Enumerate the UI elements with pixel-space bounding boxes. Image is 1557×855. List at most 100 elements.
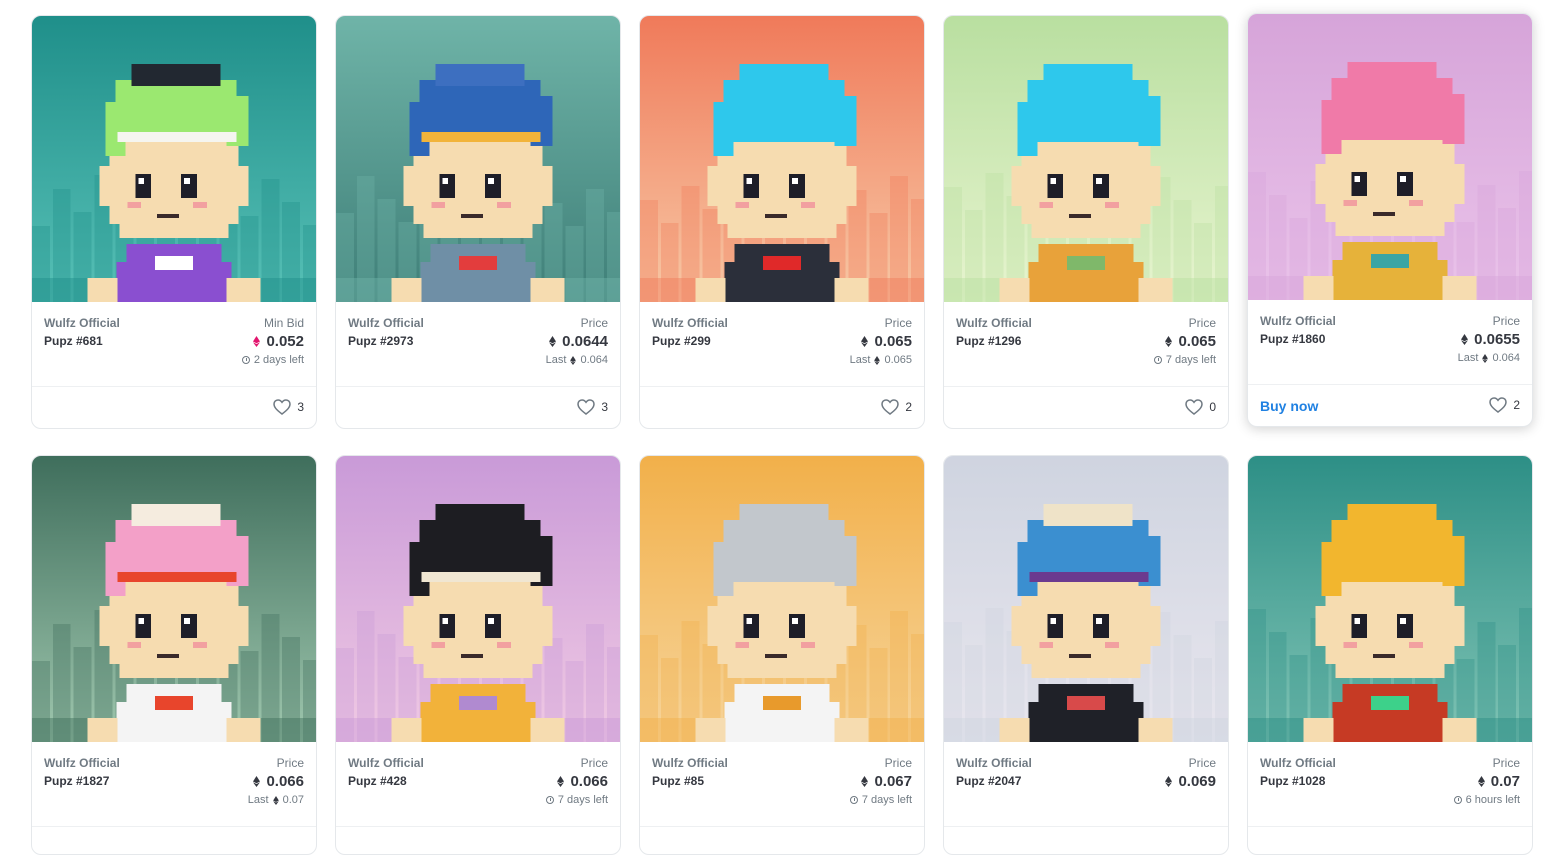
- price-value: 0.066: [557, 773, 608, 790]
- token-name[interactable]: Pupz #2973: [348, 334, 413, 348]
- price-label: Price: [580, 316, 608, 330]
- last-sale-amount: 0.064: [580, 354, 608, 366]
- nft-artwork-image[interactable]: [944, 456, 1228, 742]
- nft-artwork-image[interactable]: [336, 456, 620, 742]
- nft-info: Wulfz Official Pupz #681 Min Bid 0.052 2 day…: [32, 302, 316, 387]
- collection-name[interactable]: Wulfz Official: [956, 756, 1032, 770]
- heart-icon: [577, 399, 596, 415]
- collection-name[interactable]: Wulfz Official: [1260, 756, 1336, 770]
- eth-icon: [1165, 776, 1173, 787]
- buy-now-button[interactable]: Buy now: [1260, 398, 1318, 414]
- last-sale-label: Last: [545, 354, 567, 366]
- nft-info: Wulfz Official Pupz #2047 Price 0.069: [944, 742, 1228, 827]
- favorite-button[interactable]: 3: [577, 399, 608, 415]
- token-name[interactable]: Pupz #1860: [1260, 332, 1325, 346]
- nft-card[interactable]: Wulfz Official Pupz #299 Price 0.065 Last 0.0…: [639, 15, 925, 429]
- token-name[interactable]: Pupz #299: [652, 334, 711, 348]
- nft-info: Wulfz Official Pupz #1028 Price 0.07 6 hours…: [1248, 742, 1532, 827]
- collection-name[interactable]: Wulfz Official: [652, 316, 728, 330]
- collection-name[interactable]: Wulfz Official: [1260, 314, 1336, 328]
- favorite-button[interactable]: 0: [1185, 399, 1216, 415]
- nft-card[interactable]: Wulfz Official Pupz #1827 Price 0.066 Last 0.…: [31, 455, 317, 855]
- nft-info: Wulfz Official Pupz #428 Price 0.066 7 days …: [336, 742, 620, 827]
- nft-artwork-image[interactable]: [640, 16, 924, 302]
- nft-card[interactable]: Wulfz Official Pupz #1860 Price 0.0655 Last 0…: [1247, 13, 1533, 427]
- nft-card[interactable]: Wulfz Official Pupz #428 Price 0.066 7 days …: [335, 455, 621, 855]
- clock-icon: [545, 796, 554, 804]
- token-name[interactable]: Pupz #428: [348, 774, 407, 788]
- clock-icon: [241, 356, 250, 364]
- collection-name[interactable]: Wulfz Official: [44, 756, 120, 770]
- heart-icon: [881, 399, 900, 415]
- price-label: Price: [1188, 316, 1216, 330]
- nft-card[interactable]: Wulfz Official Pupz #681 Min Bid 0.052 2 day…: [31, 15, 317, 429]
- eth-icon: [1165, 336, 1173, 347]
- card-footer: Buy now 2: [1248, 385, 1532, 426]
- price-amount: 0.065: [874, 333, 912, 350]
- nft-artwork-image[interactable]: [1248, 456, 1532, 742]
- last-sale: Last 0.065: [850, 354, 912, 366]
- nft-card[interactable]: Wulfz Official Pupz #2047 Price 0.069: [943, 455, 1229, 855]
- nft-card[interactable]: Wulfz Official Pupz #85 Price 0.067 7 days l…: [639, 455, 925, 855]
- price-value: 0.0644: [549, 333, 608, 350]
- favorite-button[interactable]: 3: [273, 399, 304, 415]
- token-name[interactable]: Pupz #1827: [44, 774, 109, 788]
- collection-name[interactable]: Wulfz Official: [44, 316, 120, 330]
- price-label: Price: [276, 756, 304, 770]
- price-amount: 0.052: [266, 333, 304, 350]
- time-left-text: 6 hours left: [1465, 794, 1520, 806]
- card-footer: 0: [944, 387, 1228, 428]
- collection-name[interactable]: Wulfz Official: [956, 316, 1032, 330]
- price-label: Min Bid: [263, 316, 304, 330]
- price-label: Price: [884, 756, 912, 770]
- eth-icon: [570, 355, 577, 365]
- price-value: 0.0655: [1461, 331, 1520, 348]
- favorite-button[interactable]: 2: [1489, 397, 1520, 413]
- token-name[interactable]: Pupz #1028: [1260, 774, 1325, 788]
- eth-icon: [1461, 334, 1469, 345]
- token-name[interactable]: Pupz #85: [652, 774, 704, 788]
- clock-icon: [849, 796, 858, 804]
- nft-artwork-image[interactable]: [944, 16, 1228, 302]
- favorite-count: 3: [601, 400, 608, 414]
- nft-info: Wulfz Official Pupz #2973 Price 0.0644 Last 0…: [336, 302, 620, 387]
- price-label: Price: [1188, 756, 1216, 770]
- collection-name[interactable]: Wulfz Official: [348, 756, 424, 770]
- price-value: 0.065: [1165, 333, 1216, 350]
- collection-name[interactable]: Wulfz Official: [348, 316, 424, 330]
- eth-icon: [1477, 776, 1485, 787]
- collection-name[interactable]: Wulfz Official: [652, 756, 728, 770]
- time-left: 7 days left: [849, 794, 912, 806]
- price-amount: 0.069: [1178, 773, 1216, 790]
- favorite-count: 0: [1209, 400, 1216, 414]
- last-sale-label: Last: [849, 354, 871, 366]
- nft-artwork-image[interactable]: [336, 16, 620, 302]
- nft-card[interactable]: Wulfz Official Pupz #2973 Price 0.0644 Last 0…: [335, 15, 621, 429]
- price-label: Price: [884, 316, 912, 330]
- time-left-text: 7 days left: [557, 794, 608, 806]
- nft-info: Wulfz Official Pupz #1860 Price 0.0655 Last 0…: [1248, 300, 1532, 385]
- time-left: 2 days left: [241, 354, 304, 366]
- eth-icon: [253, 336, 261, 347]
- price-amount: 0.066: [266, 773, 304, 790]
- time-left: 6 hours left: [1453, 794, 1520, 806]
- nft-artwork-image[interactable]: [640, 456, 924, 742]
- nft-info: Wulfz Official Pupz #299 Price 0.065 Last 0.0…: [640, 302, 924, 387]
- time-left: 7 days left: [545, 794, 608, 806]
- card-footer: 2: [640, 387, 924, 428]
- nft-card[interactable]: Wulfz Official Pupz #1296 Price 0.065 7 days…: [943, 15, 1229, 429]
- price-label: Price: [1492, 756, 1520, 770]
- token-name[interactable]: Pupz #1296: [956, 334, 1021, 348]
- token-name[interactable]: Pupz #2047: [956, 774, 1021, 788]
- last-sale-amount: 0.064: [1492, 352, 1520, 364]
- eth-icon: [1482, 353, 1489, 363]
- token-name[interactable]: Pupz #681: [44, 334, 103, 348]
- nft-info: Wulfz Official Pupz #1296 Price 0.065 7 days…: [944, 302, 1228, 387]
- price-value: 0.065: [861, 333, 912, 350]
- nft-artwork-image[interactable]: [32, 16, 316, 302]
- nft-artwork-image[interactable]: [1248, 14, 1532, 300]
- price-label: Price: [580, 756, 608, 770]
- nft-artwork-image[interactable]: [32, 456, 316, 742]
- favorite-button[interactable]: 2: [881, 399, 912, 415]
- nft-card[interactable]: Wulfz Official Pupz #1028 Price 0.07 6 hours…: [1247, 455, 1533, 855]
